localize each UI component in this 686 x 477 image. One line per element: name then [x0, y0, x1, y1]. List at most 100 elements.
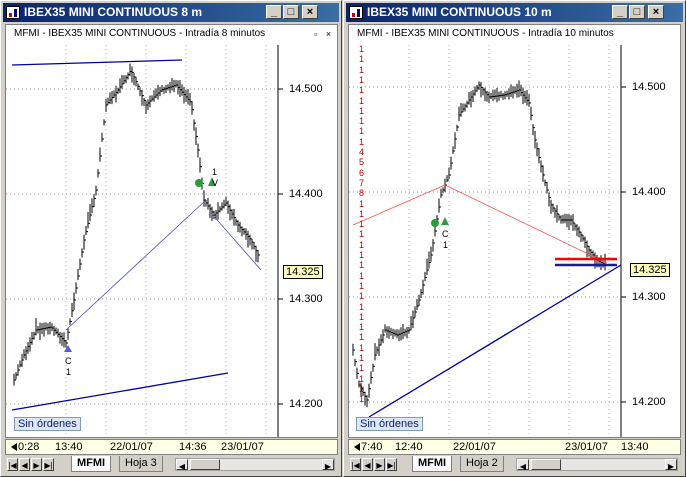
volume-mark: 1: [359, 332, 365, 343]
scroll-left-icon[interactable]: ◀: [176, 459, 188, 471]
volume-mark: 1: [359, 54, 365, 65]
time-label: 22/01/07: [453, 441, 496, 453]
price-label: 14.200: [289, 398, 323, 410]
sheet-tabs-bar: |◀ ◀ ▶ ▶| MFMI Hoja 3 ◀ ▶: [5, 456, 338, 474]
time-label: 23/01/07: [565, 441, 608, 453]
title-bar[interactable]: IBEX35 MINI CONTINUOUS 8 m _ □ ×: [3, 3, 339, 22]
volume-mark: 4: [359, 147, 365, 157]
next-sheet-icon[interactable]: ▶: [31, 458, 42, 471]
volume-mark: 1: [359, 353, 365, 363]
volume-mark: 1: [359, 311, 365, 322]
chart-title: MFMI - IBEX35 MINI CONTINUOUS - Intradía…: [357, 28, 614, 39]
volume-mark: 6: [359, 167, 365, 178]
chart-area[interactable]: MFMI - IBEX35 MINI CONTINUOUS - Intradía…: [348, 24, 681, 438]
time-axis[interactable]: 0:28 13:40 22/01/07 14:36 23/01/07: [5, 439, 338, 455]
next-sheet-icon[interactable]: ▶: [374, 458, 385, 471]
volume-mark: 1: [359, 239, 365, 250]
volume-mark: 1: [359, 250, 365, 260]
orders-status[interactable]: Sin órdenes: [356, 417, 423, 431]
signal-check-icon: [195, 179, 203, 187]
price-label: 14.500: [632, 81, 666, 93]
horizontal-scrollbar[interactable]: ◀ ▶: [516, 458, 678, 471]
horizontal-scrollbar[interactable]: ◀ ▶: [175, 458, 335, 471]
time-label: 22/01/07: [110, 441, 153, 453]
window-title: IBEX35 MINI CONTINUOUS 10 m: [367, 5, 552, 19]
first-sheet-icon[interactable]: |◀: [7, 458, 18, 471]
maximize-button[interactable]: □: [283, 5, 299, 19]
scroll-right-icon[interactable]: ▶: [322, 459, 334, 471]
volume-mark: 1: [359, 85, 365, 96]
chart-close-icon[interactable]: ×: [323, 29, 334, 39]
close-button[interactable]: ×: [648, 5, 664, 19]
volume-mark: 1: [359, 44, 365, 54]
volume-mark: 1: [359, 363, 365, 374]
buy-signal-count: 1: [443, 240, 449, 250]
trend-line: [368, 264, 622, 418]
scroll-left-icon[interactable]: ◀: [517, 459, 529, 471]
buy-arrow-icon: [441, 217, 449, 225]
sell-signal-letter: V: [212, 178, 219, 188]
volume-mark: 1: [359, 64, 365, 75]
tab-mfmi[interactable]: MFMI: [412, 456, 453, 472]
volume-mark: 1: [359, 383, 365, 394]
volume-mark: 1: [359, 229, 365, 240]
volume-mark: 1: [359, 208, 365, 219]
chart-title: MFMI - IBEX35 MINI CONTINUOUS - Intradía…: [14, 28, 266, 39]
tab-mfmi[interactable]: MFMI: [71, 456, 112, 472]
time-label: 23/01/07: [221, 441, 264, 453]
time-label: 12:40: [395, 441, 423, 453]
chart-app-icon: [6, 6, 20, 19]
trend-line: [11, 372, 229, 411]
title-bar[interactable]: IBEX35 MINI CONTINUOUS 10 m _ □ ×: [346, 3, 683, 22]
minimize-button[interactable]: _: [612, 5, 628, 19]
volume-mark: 1: [359, 116, 365, 127]
volume-mark: 1: [359, 105, 365, 116]
prev-sheet-icon[interactable]: ◀: [362, 458, 373, 471]
chart-minimize-icon[interactable]: ▫: [310, 29, 321, 39]
time-label: 13:40: [621, 441, 649, 453]
window-title: IBEX35 MINI CONTINUOUS 8 m: [24, 5, 203, 19]
volume-mark: 1: [359, 373, 365, 384]
buy-arrow-icon: [64, 345, 72, 352]
scroll-right-icon[interactable]: ▶: [665, 459, 677, 471]
trend-line: [11, 59, 183, 66]
price-label: 14.300: [632, 291, 666, 303]
volume-mark: 1: [359, 322, 365, 333]
first-sheet-icon[interactable]: |◀: [350, 458, 361, 471]
price-label: 14.200: [632, 396, 666, 408]
time-label: 7:40: [361, 441, 383, 453]
volume-mark: 8: [359, 188, 365, 199]
last-sheet-icon[interactable]: ▶|: [386, 458, 397, 471]
last-price-badge: 14.325: [630, 263, 670, 277]
volume-mark: 1: [359, 280, 365, 291]
volume-mark: 1: [359, 219, 365, 230]
volume-mark: 1: [359, 270, 365, 281]
orders-status[interactable]: Sin órdenes: [14, 417, 81, 431]
time-axis[interactable]: 7:40 12:40 22/01/07 23/01/07 13:40: [348, 439, 681, 455]
chart-window-10m: IBEX35 MINI CONTINUOUS 10 m _ □ × MFMI -…: [343, 0, 686, 477]
volume-mark: 1: [359, 126, 365, 137]
last-sheet-icon[interactable]: ▶|: [43, 458, 54, 471]
tab-hoja-2[interactable]: Hoja 2: [460, 456, 504, 472]
volume-mark: 1: [359, 291, 365, 302]
prev-sheet-icon[interactable]: ◀: [19, 458, 30, 471]
minimize-button[interactable]: _: [266, 5, 282, 19]
tab-hoja-3[interactable]: Hoja 3: [119, 456, 163, 472]
volume-mark: 1: [359, 301, 365, 312]
price-chart[interactable]: [6, 25, 337, 437]
scroll-thumb[interactable]: [531, 459, 561, 470]
volume-mark: 1: [359, 95, 365, 106]
price-label: 14.400: [289, 188, 323, 200]
price-label: 14.500: [289, 83, 323, 95]
price-label: 14.300: [289, 293, 323, 305]
price-label: 14.400: [632, 186, 666, 198]
maximize-button[interactable]: □: [629, 5, 645, 19]
price-chart[interactable]: [349, 25, 680, 437]
time-label: 14:36: [179, 441, 207, 453]
chart-area[interactable]: MFMI - IBEX35 MINI CONTINUOUS - Intradía…: [5, 24, 338, 438]
volume-mark: 1: [359, 198, 365, 209]
close-button[interactable]: ×: [302, 5, 318, 19]
time-label: 0:28: [18, 441, 40, 453]
trend-line: [65, 199, 207, 331]
scroll-thumb[interactable]: [190, 459, 220, 470]
